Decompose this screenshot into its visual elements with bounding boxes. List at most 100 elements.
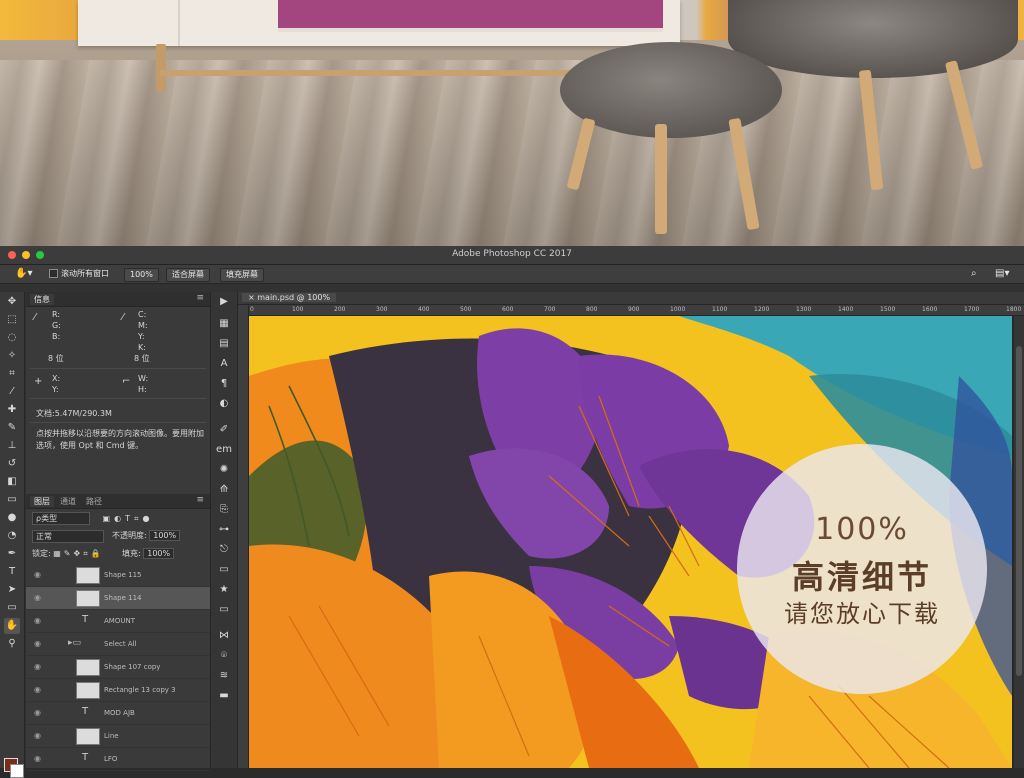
glyphs-icon[interactable]: em	[216, 442, 232, 458]
tab-info[interactable]: 信息	[30, 294, 54, 305]
paths-icon[interactable]: ⌾	[216, 648, 232, 664]
visibility-eye-icon[interactable]: ◉	[34, 754, 44, 763]
crop-tool-icon[interactable]: ⌗	[4, 366, 20, 382]
swatches-icon[interactable]: ▭	[216, 602, 232, 618]
type-tool-icon[interactable]: T	[4, 564, 20, 580]
pen-tool-icon[interactable]: ✒	[4, 546, 20, 562]
zoom-100-button[interactable]: 100%	[124, 268, 159, 282]
blend-mode-select[interactable]: 正常	[32, 530, 104, 543]
histogram-icon[interactable]: ▤	[216, 336, 232, 352]
opacity-control[interactable]: 不透明度: 100%	[112, 530, 181, 541]
layer-comps-icon[interactable]: ⎋	[216, 542, 232, 558]
ruler-tick-label: 200	[334, 306, 346, 313]
layer-row[interactable]: ◉ Shape 114	[26, 587, 210, 610]
layers-menu-icon[interactable]: ≡	[196, 495, 204, 505]
filter-icons[interactable]: ▣◐T⌗●	[103, 514, 154, 523]
color-icon[interactable]: ◐	[216, 396, 232, 412]
layer-row[interactable]: ◉ T MOD AJB	[26, 702, 210, 725]
visibility-eye-icon[interactable]: ◉	[34, 639, 44, 648]
layer-name: Select All	[104, 640, 137, 648]
layer-thumbnail	[76, 659, 100, 676]
ruler-tick-label: 100	[292, 306, 304, 313]
layer-row[interactable]: ◉ Shape 107 copy	[26, 656, 210, 679]
fill-control[interactable]: 填充: 100%	[122, 548, 175, 559]
fill-value[interactable]: 100%	[143, 548, 175, 559]
zoom-tool-icon[interactable]: ⚲	[4, 636, 20, 652]
hand-tool-button-icon[interactable]: ✋	[4, 618, 20, 634]
chair	[728, 0, 1018, 78]
panel-menu-icon[interactable]: ≡	[196, 293, 204, 303]
opacity-value[interactable]: 100%	[149, 530, 181, 541]
layer-filter[interactable]: ρ类型 ▣◐T⌗●	[32, 512, 153, 525]
layer-row[interactable]: ◉ ▸▭ Select All	[26, 633, 210, 656]
history-brush-tool-icon[interactable]: ↺	[4, 456, 20, 472]
character-icon[interactable]: A	[216, 356, 232, 372]
visibility-eye-icon[interactable]: ◉	[34, 593, 44, 602]
layer-thumbnail	[76, 567, 100, 584]
magic-wand-tool-icon[interactable]: ✧	[4, 348, 20, 364]
timeline-icon[interactable]: ▬	[216, 688, 232, 704]
marquee-tool-icon[interactable]: ⬚	[4, 312, 20, 328]
fit-screen-button[interactable]: 适合屏幕	[166, 268, 210, 282]
path-selection-tool-icon[interactable]: ➤	[4, 582, 20, 598]
libraries-icon[interactable]: ▭	[216, 562, 232, 578]
visibility-eye-icon[interactable]: ◉	[34, 662, 44, 671]
vertical-scrollbar[interactable]	[1014, 316, 1024, 768]
document-tab-bar: × main.psd @ 100%	[238, 292, 1024, 305]
rgb-readout: R: G: B:	[52, 310, 61, 341]
fill-screen-button[interactable]: 填充屏幕	[220, 268, 264, 282]
lasso-tool-icon[interactable]: ◌	[4, 330, 20, 346]
tab-channels[interactable]: 通道	[56, 496, 80, 507]
layer-thumbnail	[76, 590, 100, 607]
visibility-eye-icon[interactable]: ◉	[34, 616, 44, 625]
bit-depth-right: 8 位	[134, 354, 150, 363]
workspace-icon[interactable]: ▤▾	[990, 268, 1014, 280]
scroll-all-windows-checkbox[interactable]: 滚动所有窗口	[44, 268, 114, 280]
document-tab[interactable]: × main.psd @ 100%	[242, 293, 337, 302]
navigator-icon[interactable]: ✺	[216, 462, 232, 478]
3d-icon[interactable]: ⋈	[216, 628, 232, 644]
badge-line-1: 100%	[815, 512, 909, 547]
layer-row[interactable]: ◉ Line	[26, 725, 210, 748]
adjustments-icon[interactable]: ▦	[216, 316, 232, 332]
stamp-tool-icon[interactable]: ⊥	[4, 438, 20, 454]
hand-tool-icon[interactable]: ✋▾	[10, 268, 37, 280]
layers-stack-icon[interactable]: ≋	[216, 668, 232, 684]
visibility-eye-icon[interactable]: ◉	[34, 685, 44, 694]
lock-controls[interactable]: 锁定: ▦✎✥⌗🔒	[32, 548, 104, 559]
cmyk-readout: C: M: Y: K:	[138, 310, 148, 352]
layer-row[interactable]: ◉ Rectangle 13 copy 3	[26, 679, 210, 702]
tab-layers[interactable]: 图层	[30, 496, 54, 507]
styles-icon[interactable]: ★	[216, 582, 232, 598]
bit-depth-left: 8 位	[48, 354, 64, 363]
blur-tool-icon[interactable]: ●	[4, 510, 20, 526]
visibility-eye-icon[interactable]: ◉	[34, 570, 44, 579]
tab-paths[interactable]: 路径	[82, 496, 106, 507]
gradient-tool-icon[interactable]: ▭	[4, 492, 20, 508]
ruler-tick-label: 800	[586, 306, 598, 313]
search-icon[interactable]: ⌕	[966, 268, 982, 280]
crosshair-icon: +	[34, 376, 43, 387]
layer-row[interactable]: ◉ T AMOUNT	[26, 610, 210, 633]
brush-tool-icon[interactable]: ✎	[4, 420, 20, 436]
visibility-eye-icon[interactable]: ◉	[34, 708, 44, 717]
rectangle-tool-icon[interactable]: ▭	[4, 600, 20, 616]
lock-icons[interactable]: ▦✎✥⌗🔒	[53, 549, 103, 558]
brush-preset-icon[interactable]: ✐	[216, 422, 232, 438]
background-color-swatch[interactable]	[10, 764, 24, 778]
play-icon[interactable]: ▶	[216, 294, 232, 310]
ruler-tick-label: 1200	[754, 306, 770, 313]
tool-presets-icon[interactable]: ⎘	[216, 502, 232, 518]
properties-icon[interactable]: ⊶	[216, 522, 232, 538]
scrollbar-thumb[interactable]	[1016, 346, 1022, 676]
eraser-tool-icon[interactable]: ◧	[4, 474, 20, 490]
paragraph-icon[interactable]: ¶	[216, 376, 232, 392]
dodge-tool-icon[interactable]: ◔	[4, 528, 20, 544]
healing-tool-icon[interactable]: ✚	[4, 402, 20, 418]
move-tool-icon[interactable]: ✥	[4, 294, 20, 310]
ruler-tick-label: 600	[502, 306, 514, 313]
layer-row[interactable]: ◉ Shape 115	[26, 564, 210, 587]
clone-source-icon[interactable]: ⟰	[216, 482, 232, 498]
visibility-eye-icon[interactable]: ◉	[34, 731, 44, 740]
eyedropper-tool-icon[interactable]: ⁄	[4, 384, 20, 400]
